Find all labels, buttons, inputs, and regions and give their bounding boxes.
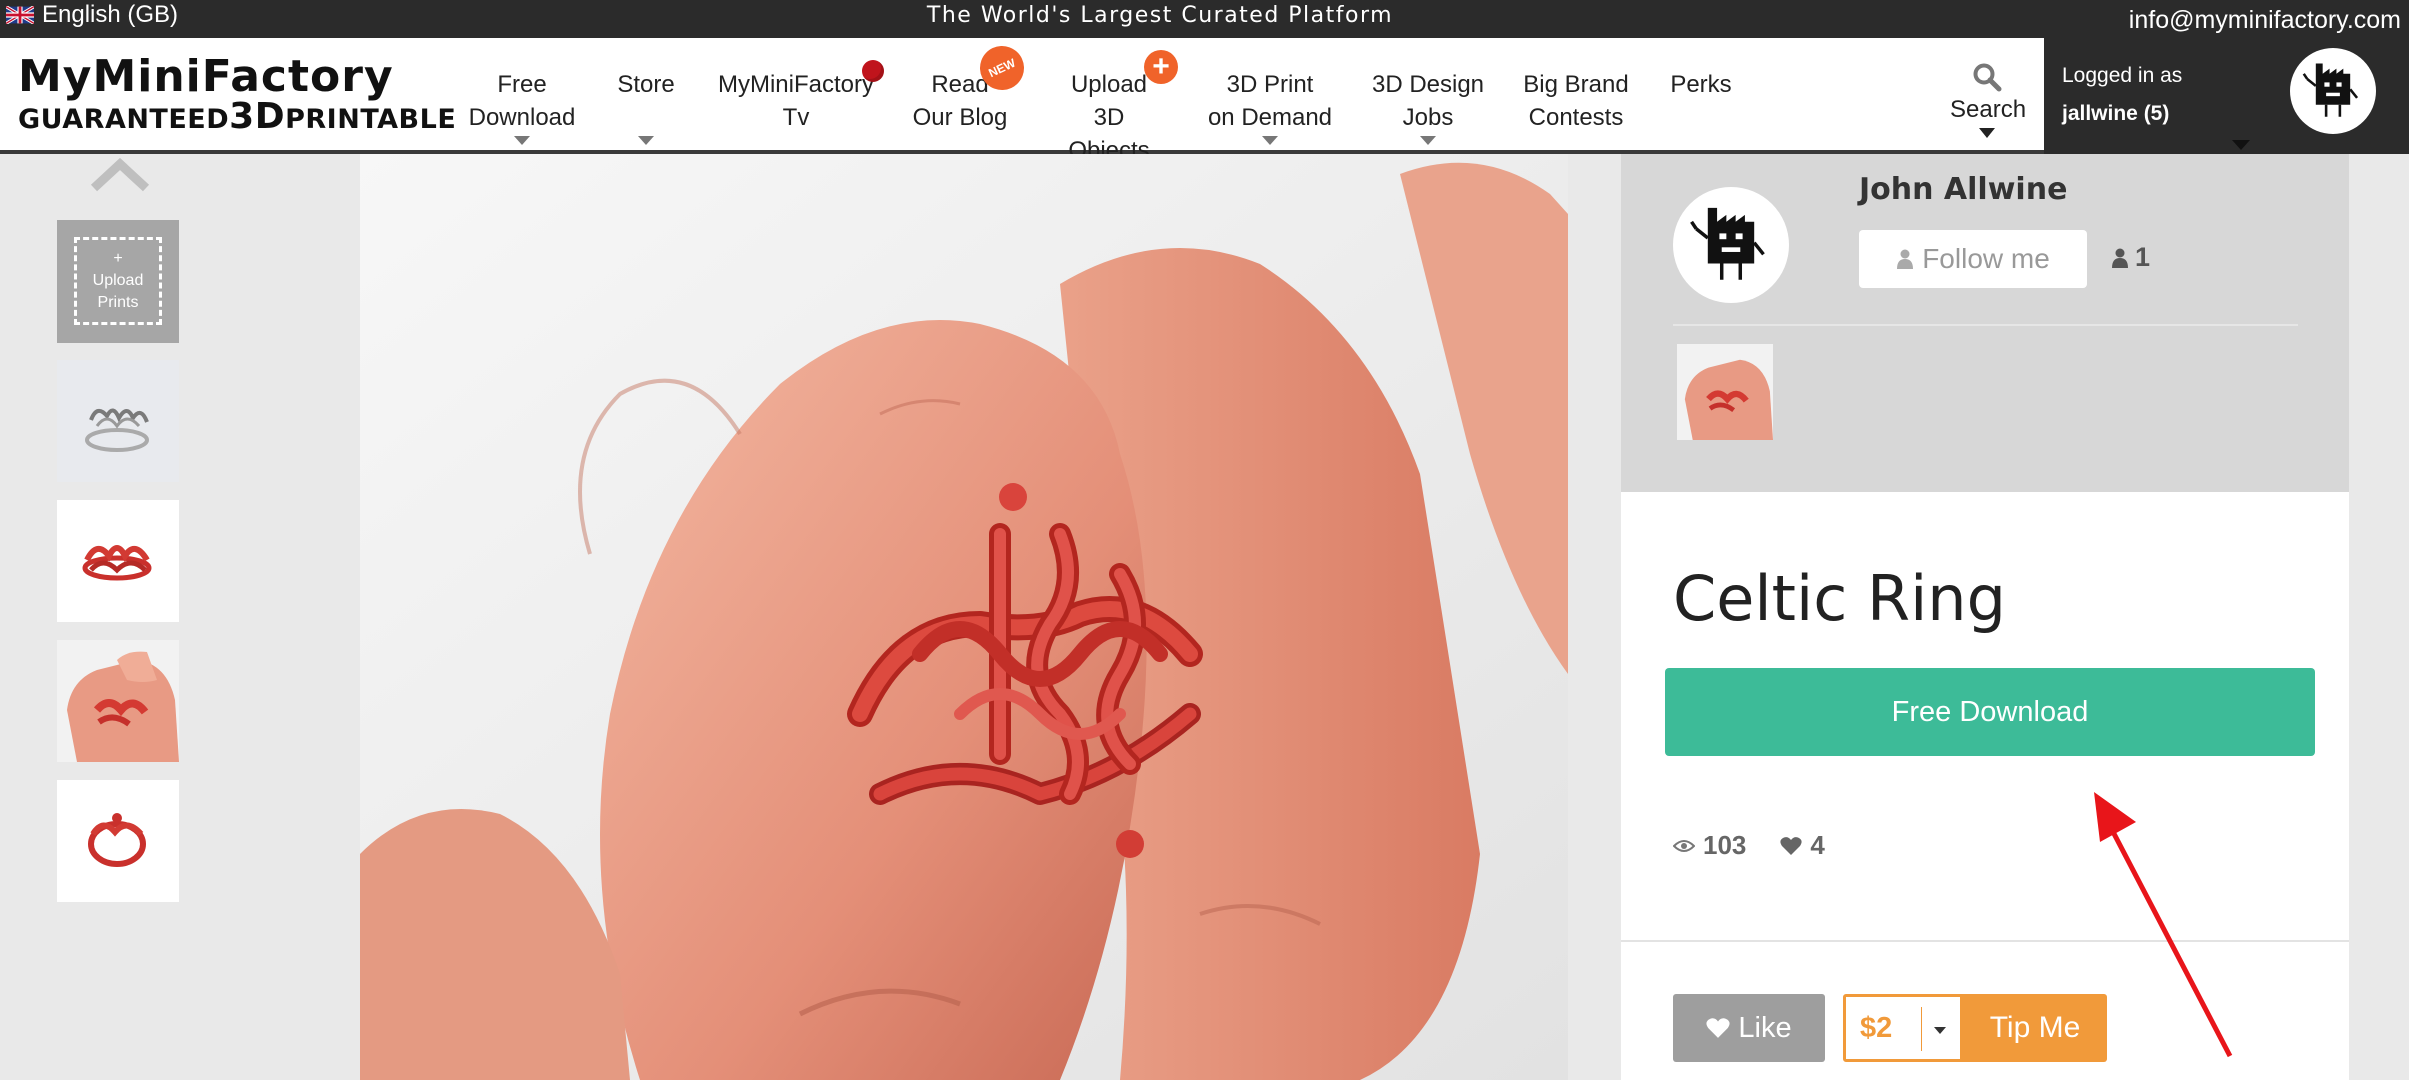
heart-icon	[1706, 1018, 1730, 1038]
ring-on-hand-photo	[360, 154, 1568, 1080]
tip-me-button[interactable]: Tip Me	[1963, 994, 2107, 1062]
logo-tagline-part: PRINTABLE	[285, 104, 457, 135]
like-button[interactable]: Like	[1673, 994, 1825, 1062]
designer-panel: John Allwine Follow me 1	[1621, 154, 2349, 492]
upload-text: Prints	[97, 294, 139, 311]
tagline: The World's Largest Curated Platform	[926, 3, 1394, 28]
nav-perks[interactable]: Perks	[1664, 68, 1738, 101]
nav-label: 3D Print	[1226, 71, 1314, 98]
contact-email-link[interactable]: info@myminifactory.com	[2129, 6, 2401, 35]
nav-label: Perks	[1670, 71, 1732, 98]
caret-down-icon	[1934, 1027, 1946, 1034]
tip-amount-select[interactable]: $2	[1843, 994, 1963, 1062]
plus-icon: +	[1144, 50, 1178, 84]
nav-label: Store	[617, 71, 675, 98]
nav-3d-print-on-demand[interactable]: 3D Print on Demand	[1206, 68, 1334, 145]
free-download-button[interactable]: Free Download	[1665, 668, 2315, 756]
nav-label: Jobs	[1402, 104, 1454, 131]
logo-wordmark: MyMiniFactory	[18, 51, 394, 102]
nav-big-brand-contests[interactable]: Big Brand Contests	[1522, 68, 1630, 134]
designer-object-thumbnail[interactable]	[1677, 344, 1773, 440]
logo-tagline-part: 3D	[229, 96, 286, 137]
gallery-thumbnail[interactable]	[57, 360, 179, 482]
caret-down-icon	[1262, 136, 1278, 145]
avatar[interactable]	[2290, 48, 2376, 134]
view-count: 103	[1703, 830, 1747, 860]
nav-label: Free	[497, 71, 547, 98]
caret-down-icon	[1420, 136, 1436, 145]
follow-button[interactable]: Follow me	[1859, 230, 2087, 288]
red-ring-front-thumbnail	[57, 780, 179, 902]
chevron-up-icon[interactable]	[90, 158, 150, 192]
nav-store[interactable]: Store	[608, 68, 684, 145]
gallery-thumbnail[interactable]	[57, 780, 179, 902]
search-button[interactable]: Search	[1950, 62, 2027, 138]
nav-blog[interactable]: Read Our Blog NEW	[910, 38, 1032, 134]
nav-label: 3D Design	[1371, 71, 1485, 98]
live-indicator-icon	[862, 60, 884, 82]
upload-prints-label: + Upload Prints	[74, 237, 162, 325]
object-panel: Celtic Ring Free Download 103 4 Like $2 …	[1621, 492, 2349, 1080]
search-label: Search	[1950, 96, 2027, 123]
separator	[1921, 1007, 1922, 1051]
nav-label: on Demand	[1207, 104, 1333, 131]
upload-prints-button[interactable]: + Upload Prints	[57, 220, 179, 343]
nav-label: Download	[468, 104, 576, 131]
nav-3d-design-jobs[interactable]: 3D Design Jobs	[1370, 68, 1486, 145]
heart-icon	[1780, 836, 1802, 855]
like-count: 4	[1810, 830, 1825, 860]
tip-control: $2 Tip Me	[1843, 994, 2107, 1062]
username: jallwine (5)	[2062, 102, 2170, 125]
logo-tagline-part: GUARANTEED	[18, 104, 230, 135]
object-title: Celtic Ring	[1673, 562, 2006, 635]
gallery-thumbnail-selected[interactable]	[57, 640, 179, 762]
ring-on-hand-thumbnail	[57, 640, 179, 762]
search-icon	[1973, 63, 2002, 92]
ring-on-hand-thumbnail	[1677, 344, 1773, 440]
gallery-thumbnail[interactable]	[57, 500, 179, 622]
nav-label: Contests	[1528, 104, 1624, 131]
person-icon	[2112, 248, 2128, 268]
person-icon	[1897, 249, 1914, 269]
site-logo[interactable]: MyMiniFactory GUARANTEED3DPRINTABLE	[18, 51, 456, 144]
divider	[1621, 940, 2349, 942]
factory-mascot-icon	[2302, 63, 2359, 117]
tip-amount-value: $2	[1860, 1011, 1893, 1044]
nav-label: Big Brand	[1523, 71, 1629, 98]
divider	[1673, 324, 2298, 326]
user-menu[interactable]: Logged in as jallwine (5)	[2044, 38, 2409, 154]
like-label: Like	[1738, 1011, 1792, 1044]
nav-free-download[interactable]: Free Download	[468, 68, 576, 145]
designer-avatar[interactable]	[1673, 187, 1789, 303]
upload-text: Upload	[92, 272, 144, 289]
caret-down-icon	[514, 136, 530, 145]
nav-label: Our Blog	[912, 104, 1008, 131]
object-stats: 103 4	[1673, 830, 1825, 861]
top-bar: English (GB) The World's Largest Curated…	[0, 0, 2409, 38]
follower-count-value: 1	[2135, 242, 2151, 272]
factory-mascot-icon	[1690, 207, 1765, 280]
caret-down-icon	[2232, 140, 2250, 150]
silver-ring-thumbnail	[57, 360, 179, 482]
nav-label: MyMiniFactory	[717, 71, 874, 98]
main-navigation: MyMiniFactory GUARANTEED3DPRINTABLE Free…	[0, 38, 2409, 178]
follow-label: Follow me	[1922, 243, 2050, 274]
logged-in-label: Logged in as	[2062, 64, 2183, 87]
caret-down-icon	[638, 136, 654, 145]
logo-tagline: GUARANTEED3DPRINTABLE	[18, 99, 456, 137]
caret-down-icon	[1979, 128, 1995, 138]
main-product-photo[interactable]	[360, 154, 1568, 1080]
nav-myminifactory-tv[interactable]: MyMiniFactory Tv	[716, 60, 884, 134]
follower-count: 1	[2111, 242, 2150, 273]
upload-plus: +	[113, 250, 123, 267]
designer-name-link[interactable]: John Allwine	[1859, 172, 2067, 207]
nav-label: Tv	[782, 104, 810, 131]
red-ring-thumbnail	[57, 500, 179, 622]
eye-icon	[1673, 839, 1695, 852]
